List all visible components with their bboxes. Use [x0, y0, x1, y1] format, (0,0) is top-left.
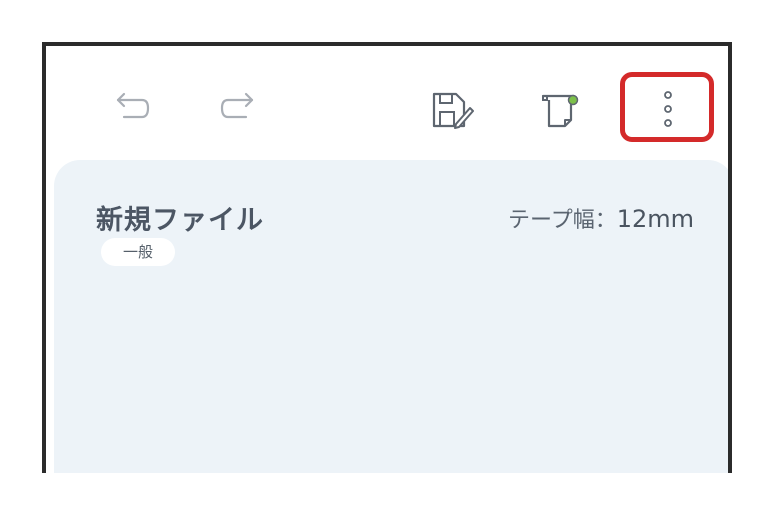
redo-icon[interactable]: [218, 92, 258, 124]
tape-width-label: テープ幅：: [508, 208, 617, 233]
top-toolbar: [46, 46, 728, 164]
more-vert-icon: [664, 91, 672, 127]
file-name[interactable]: 新規ファイル: [96, 198, 264, 237]
undo-icon[interactable]: [112, 92, 152, 124]
category-badge: 一般: [101, 238, 175, 266]
save-icon[interactable]: [430, 90, 474, 130]
label-preview-panel: 新規ファイル テープ幅：12mm 一般: [54, 160, 728, 473]
app-window: 新規ファイル テープ幅：12mm 一般: [42, 42, 732, 473]
more-options-button[interactable]: [620, 72, 714, 142]
tape-width-value: 12mm: [616, 205, 694, 233]
label-edit-icon[interactable]: [539, 90, 583, 130]
tape-width-info: テープ幅：12mm: [508, 202, 694, 234]
